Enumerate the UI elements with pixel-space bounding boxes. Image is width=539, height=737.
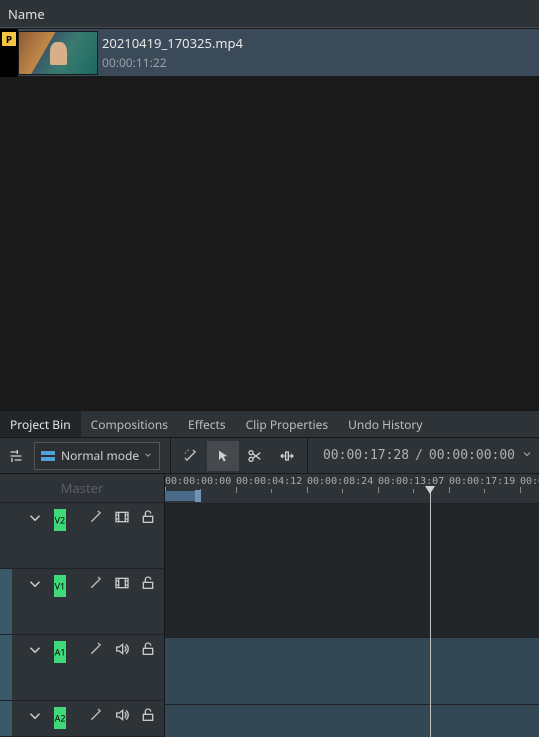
track-lock-button[interactable] — [140, 641, 156, 661]
wand-icon — [88, 575, 104, 591]
cursor-icon — [215, 448, 231, 464]
timeline-toolbar: Normal mode 00:00:17:28 / 00:00:00:00 — [0, 438, 539, 474]
bin-column-header[interactable]: Name — [0, 0, 539, 28]
bin-item-lead: P — [0, 29, 18, 77]
tab-clip-properties[interactable]: Clip Properties — [236, 411, 339, 437]
bin-header-label: Name — [8, 5, 45, 23]
timecode-total: 00:00:00:00 — [429, 448, 515, 463]
ruler-tick: 00:00:17:19 — [449, 476, 515, 487]
separator — [170, 438, 171, 474]
clip-filename: 20210419_170325.mp4 — [102, 34, 243, 52]
collapse-track-button[interactable] — [16, 575, 54, 593]
project-bin-list[interactable]: P 20210419_170325.mp4 00:00:11:22 — [0, 28, 539, 410]
app-root: Name P 20210419_170325.mp4 00:00:11:22 P… — [0, 0, 539, 737]
track-label[interactable]: V2 — [54, 509, 66, 531]
track-label[interactable]: A2 — [54, 707, 66, 729]
track-buttons — [88, 575, 156, 595]
tab-effects[interactable]: Effects — [178, 411, 236, 437]
tab-project-bin[interactable]: Project Bin — [0, 411, 81, 437]
timecode-separator: / — [415, 448, 423, 463]
edit-mode-combo[interactable]: Normal mode — [34, 442, 160, 470]
track-buttons — [88, 707, 156, 727]
timecode-display[interactable]: 00:00:17:28 / 00:00:00:00 — [312, 448, 539, 464]
track-lock-button[interactable] — [140, 575, 156, 595]
sliders-icon — [8, 448, 24, 464]
lock-open-icon — [140, 641, 156, 657]
film-icon — [114, 575, 130, 591]
separator — [307, 438, 308, 474]
track-effects-button[interactable] — [88, 509, 104, 529]
collapse-track-button[interactable] — [16, 509, 54, 527]
lane-a2[interactable] — [165, 705, 539, 737]
composite-mode-button[interactable] — [175, 441, 207, 471]
mode-icon — [41, 451, 57, 461]
wand-icon — [183, 448, 199, 464]
chevron-down-icon — [143, 447, 153, 464]
lane-a1[interactable] — [165, 638, 539, 705]
bin-item[interactable]: P 20210419_170325.mp4 00:00:11:22 — [0, 28, 539, 76]
track-effects-button[interactable] — [88, 707, 104, 727]
lock-open-icon — [140, 509, 156, 525]
clip-duration: 00:00:11:22 — [102, 54, 243, 71]
track-buttons — [88, 509, 156, 529]
wand-icon — [88, 707, 104, 723]
clip-thumbnail — [18, 31, 98, 75]
film-icon — [114, 509, 130, 525]
speaker-icon — [114, 707, 130, 723]
master-track-header[interactable]: Master — [0, 474, 164, 503]
spacer-icon — [279, 448, 295, 464]
lock-open-icon — [140, 707, 156, 723]
chevron-down-icon[interactable] — [521, 448, 533, 464]
timeline-zone[interactable] — [165, 491, 199, 501]
track-lock-button[interactable] — [140, 509, 156, 529]
panel-tabs: Project Bin Compositions Effects Clip Pr… — [0, 410, 539, 438]
track-effects-button[interactable] — [88, 575, 104, 595]
track-label[interactable]: V1 — [54, 575, 66, 597]
tab-compositions[interactable]: Compositions — [81, 411, 178, 437]
wand-icon — [88, 641, 104, 657]
timeline-canvas[interactable]: 00:00:00:00 00:00:04:12 00:00:08:24 00:0… — [165, 474, 539, 737]
zone-handle[interactable] — [195, 490, 201, 502]
track-thumb-button[interactable] — [114, 575, 130, 595]
tab-undo-history[interactable]: Undo History — [338, 411, 432, 437]
selection-tool-button[interactable] — [207, 441, 239, 471]
lane-v2[interactable] — [165, 504, 539, 571]
track-label[interactable]: A1 — [54, 641, 66, 663]
track-thumb-button[interactable] — [114, 509, 130, 529]
razor-tool-button[interactable] — [239, 441, 271, 471]
spacer-tool-button[interactable] — [271, 441, 303, 471]
scissors-icon — [247, 448, 263, 464]
track-header-a1[interactable]: A1 — [0, 635, 164, 701]
collapse-track-button[interactable] — [16, 707, 54, 725]
track-lock-button[interactable] — [140, 707, 156, 727]
edit-mode-label: Normal mode — [61, 447, 143, 464]
proxy-marker: P — [2, 32, 16, 46]
timecode-current: 00:00:17:28 — [323, 448, 409, 463]
ruler-tick: 00:00:04:12 — [236, 476, 302, 487]
track-settings-button[interactable] — [0, 441, 32, 471]
track-header-v2[interactable]: V2 — [0, 503, 164, 569]
ruler-tick: 00:0 — [520, 476, 539, 487]
playhead[interactable] — [430, 492, 431, 737]
track-mute-button[interactable] — [114, 707, 130, 727]
ruler-tick: 00:00:08:24 — [307, 476, 373, 487]
track-headers: Master V2 V1 — [0, 474, 165, 737]
wand-icon — [88, 509, 104, 525]
timeline: Master V2 V1 — [0, 474, 539, 737]
collapse-track-button[interactable] — [16, 641, 54, 659]
track-mute-button[interactable] — [114, 641, 130, 661]
timeline-ruler[interactable]: 00:00:00:00 00:00:04:12 00:00:08:24 00:0… — [165, 474, 539, 504]
lane-v1[interactable] — [165, 571, 539, 638]
speaker-icon — [114, 641, 130, 657]
lock-open-icon — [140, 575, 156, 591]
track-buttons — [88, 641, 156, 661]
track-header-v1[interactable]: V1 — [0, 569, 164, 635]
clip-meta: 20210419_170325.mp4 00:00:11:22 — [102, 34, 243, 71]
track-effects-button[interactable] — [88, 641, 104, 661]
track-header-a2[interactable]: A2 — [0, 701, 164, 737]
ruler-tick: 00:00:00:00 — [165, 476, 231, 487]
